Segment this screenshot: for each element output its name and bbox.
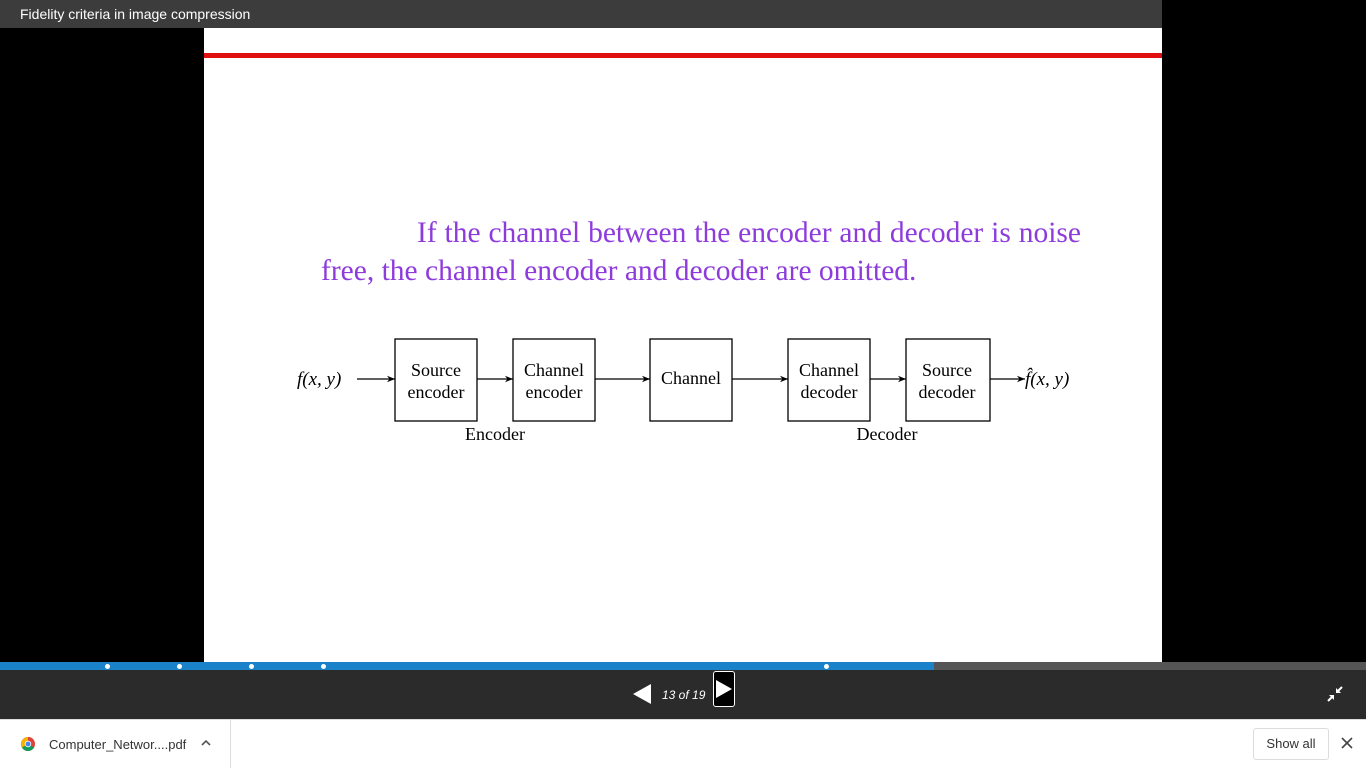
block-channel-decoder-line2: decoder: [801, 382, 858, 402]
block-diagram: f(x, y) Source encoder Channel encoder C…: [297, 338, 1069, 444]
encoder-group-label: Encoder: [465, 424, 525, 444]
slide-canvas: If the channel between the encoder and d…: [204, 28, 1162, 662]
block-source-encoder-line1: Source: [411, 360, 461, 380]
previous-slide-button[interactable]: [633, 684, 651, 704]
block-channel-encoder-line2: encoder: [526, 382, 583, 402]
page-indicator: 13 of 19: [662, 688, 706, 702]
block-source-encoder: Source encoder: [394, 338, 478, 422]
download-shelf: Computer_Networ....pdf Show all: [0, 719, 1366, 769]
block-channel-decoder-line1: Channel: [799, 360, 859, 380]
download-item[interactable]: Computer_Networ....pdf: [0, 720, 231, 768]
output-signal-label: f̂(x, y): [1025, 368, 1069, 390]
viewer-controls: 13 of 19: [0, 670, 1366, 719]
progress-marker[interactable]: [177, 664, 182, 669]
chrome-icon: [21, 737, 35, 751]
progress-marker[interactable]: [105, 664, 110, 669]
decoder-group-label: Decoder: [857, 424, 918, 444]
show-all-button[interactable]: Show all: [1253, 728, 1329, 760]
progress-marker[interactable]: [321, 664, 326, 669]
window-title-bar: Fidelity criteria in image compression: [0, 0, 1162, 28]
progress-marker[interactable]: [249, 664, 254, 669]
slide-progress-bar[interactable]: [0, 662, 1366, 670]
input-signal-label: f(x, y): [297, 369, 341, 390]
block-channel-encoder-line1: Channel: [524, 360, 584, 380]
block-source-decoder-line1: Source: [922, 360, 972, 380]
chevron-up-icon[interactable]: [200, 738, 212, 748]
block-channel-line1: Channel: [661, 368, 721, 388]
block-channel: Channel: [649, 338, 733, 422]
window-title: Fidelity criteria in image compression: [20, 6, 251, 22]
block-source-decoder: Source decoder: [905, 338, 991, 422]
block-channel-encoder: Channel encoder: [512, 338, 596, 422]
download-file-name: Computer_Networ....pdf: [49, 737, 187, 752]
block-channel-decoder: Channel decoder: [787, 338, 871, 422]
progress-marker[interactable]: [824, 664, 829, 669]
next-slide-button[interactable]: [713, 671, 735, 707]
progress-fill: [0, 662, 935, 670]
exit-fullscreen-button[interactable]: [1327, 686, 1343, 702]
close-icon[interactable]: [1340, 736, 1354, 750]
triangle-right-icon: [716, 680, 732, 698]
block-source-encoder-line2: encoder: [408, 382, 465, 402]
block-source-decoder-line2: decoder: [919, 382, 976, 402]
compress-arrows-icon: [1327, 686, 1343, 702]
